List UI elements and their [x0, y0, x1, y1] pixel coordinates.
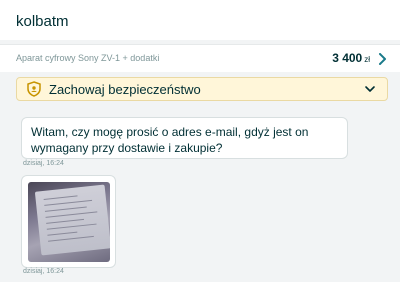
conversation-header: kolbatm	[0, 0, 400, 40]
contact-name[interactable]: kolbatm	[16, 13, 69, 30]
offer-title: Aparat cyfrowy Sony ZV-1 + dodatki	[16, 53, 160, 63]
text-line	[44, 199, 93, 206]
document-sheet	[34, 184, 110, 256]
shield-icon	[27, 81, 41, 97]
attached-photo[interactable]	[28, 182, 110, 262]
text-line	[46, 223, 97, 230]
text-line	[44, 206, 87, 212]
text-line	[48, 235, 94, 242]
message-text: Witam, czy mogę prosić o adres e-mail, g…	[31, 125, 309, 155]
safety-banner[interactable]: Zachowaj bezpieczeństwo	[16, 77, 388, 101]
safety-label: Zachowaj bezpieczeństwo	[49, 82, 201, 97]
text-line	[43, 195, 78, 200]
text-line	[47, 231, 78, 236]
chevron-right-icon[interactable]	[377, 53, 387, 65]
price-value: 3 400	[332, 51, 363, 65]
message-timestamp: dzisiaj, 16:24	[23, 268, 64, 275]
message-bubble: Witam, czy mogę prosić o adres e-mail, g…	[21, 117, 348, 159]
chevron-down-icon[interactable]	[364, 84, 376, 94]
text-line	[46, 218, 85, 224]
offer-price: 3 400 zł	[332, 51, 370, 65]
message-timestamp: dzisiaj, 16:24	[23, 160, 64, 167]
price-currency: zł	[364, 55, 370, 64]
image-message[interactable]	[21, 175, 116, 268]
text-line	[45, 211, 98, 218]
offer-bar[interactable]: Aparat cyfrowy Sony ZV-1 + dodatki 3 400…	[0, 44, 400, 72]
